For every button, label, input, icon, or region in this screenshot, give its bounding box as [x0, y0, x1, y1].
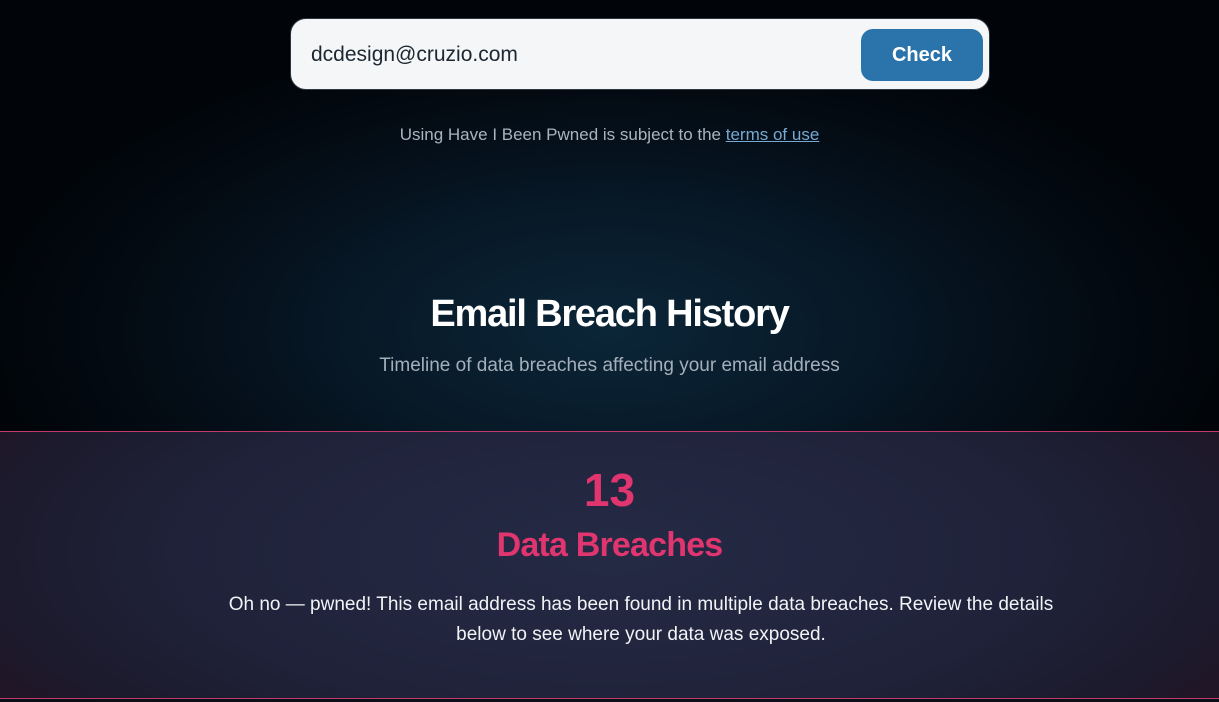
- breach-summary: 13 Data Breaches Oh no — pwned! This ema…: [0, 431, 1219, 699]
- email-input[interactable]: [311, 39, 851, 71]
- page-subtitle: Timeline of data breaches affecting your…: [379, 355, 840, 376]
- terms-text: Using Have I Been Pwned is subject to th…: [399, 125, 726, 144]
- page: Check Using Have I Been Pwned is subject…: [0, 0, 1219, 702]
- header-section: Check Using Have I Been Pwned is subject…: [0, 0, 1219, 431]
- page-title: Email Breach History: [430, 293, 789, 335]
- breach-count: 13: [583, 464, 636, 516]
- search-form: Check: [290, 18, 990, 90]
- breach-count-label: Data Breaches: [496, 526, 724, 564]
- breach-message: Oh no — pwned! This email address has be…: [228, 594, 1054, 645]
- terms-of-use-link[interactable]: terms of use: [726, 125, 820, 144]
- check-button[interactable]: Check: [861, 29, 983, 81]
- terms-notice: Using Have I Been Pwned is subject to th…: [0, 124, 1219, 146]
